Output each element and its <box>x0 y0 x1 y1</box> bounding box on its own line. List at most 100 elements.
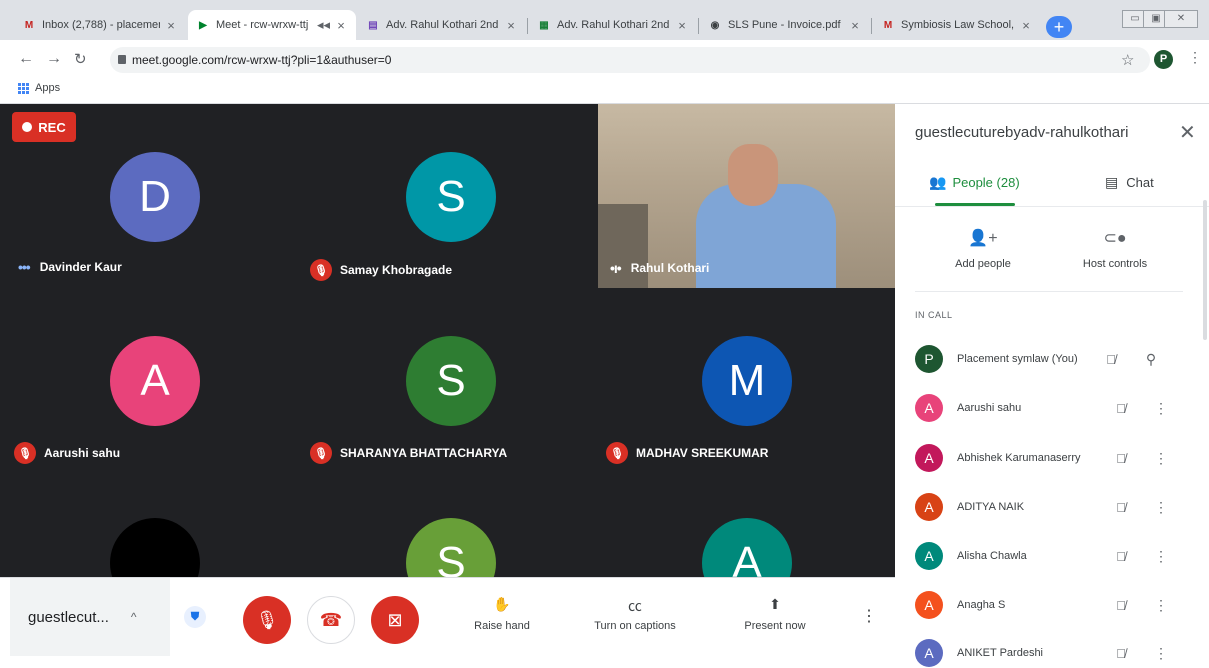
panel-divider <box>915 291 1183 292</box>
participant-avatar: A <box>110 336 200 426</box>
captions-button[interactable]: ㏄ Turn on captions <box>588 596 682 632</box>
meeting-controls-bar: guestlecut... ^ ⛊ 🎙 ☎ ⊠ ✋ Raise hand ㏄ T… <box>0 577 895 656</box>
captions-label: Turn on captions <box>594 620 676 632</box>
close-panel-icon[interactable]: ✕ <box>1179 120 1196 145</box>
pin-icon[interactable]: ⚲ <box>1141 351 1161 368</box>
tab-meet[interactable]: ▶ Meet - rcw-wrxw-ttj ◂◂ × <box>188 10 356 40</box>
host-controls-button[interactable]: ⊂● Host controls <box>1075 228 1155 270</box>
person-name: ADITYA NAIK <box>957 501 1025 513</box>
reload-icon[interactable]: ↻ <box>74 50 87 68</box>
forward-icon[interactable]: → <box>46 50 62 68</box>
mic-off-icon: 🎙̸ <box>1116 400 1126 416</box>
close-tab-icon[interactable]: × <box>848 18 862 33</box>
close-window-button[interactable]: ✕ <box>1164 10 1198 28</box>
more-options-icon[interactable]: ⋮ <box>1151 499 1171 516</box>
tab-title: Inbox (2,788) - placemen <box>42 19 160 31</box>
avatar: P <box>915 345 943 373</box>
participant-name: Davinder Kaur <box>39 260 122 274</box>
list-item[interactable]: A Anagha S 🎙̸ ⋮ <box>915 590 1185 620</box>
mic-off-icon: 🎙̸ <box>1116 499 1126 515</box>
shield-icon[interactable]: ⛊ <box>184 606 206 628</box>
close-tab-icon[interactable]: × <box>164 18 178 33</box>
mic-off-icon: 🎙̸ <box>1116 645 1126 661</box>
person-name: Placement symlaw (You) <box>957 353 1078 365</box>
forms-icon: ▤ <box>368 19 378 31</box>
bookmarks-bar <box>0 78 1209 104</box>
participant-avatar: S <box>406 336 496 426</box>
raise-hand-button[interactable]: ✋ Raise hand <box>472 596 532 632</box>
person-name: Abhishek Karumanaserry <box>957 452 1081 464</box>
participant-avatar: S <box>406 518 496 577</box>
more-options-icon[interactable]: ⋮ <box>1151 645 1171 662</box>
mic-off-icon: 🎙̸ <box>1106 351 1116 367</box>
list-item[interactable]: A Abhishek Karumanaserry 🎙̸ ⋮ <box>915 443 1185 473</box>
close-tab-icon[interactable]: × <box>504 18 518 33</box>
people-panel: guestlecuturebyadv-rahulkothari ✕ 👥 Peop… <box>895 104 1209 667</box>
tab-sheets[interactable]: ▦ Adv. Rahul Kothari 2nd × <box>529 10 697 40</box>
captions-icon: ㏄ <box>628 598 642 614</box>
in-call-heading: IN CALL <box>915 310 953 320</box>
record-dot-icon <box>22 122 33 132</box>
present-now-button[interactable]: ⬆ Present now <box>740 596 810 632</box>
mic-off-icon: 🎙 <box>606 442 628 464</box>
avatar: A <box>915 444 943 472</box>
tab-forms[interactable]: ▤ Adv. Rahul Kothari 2nd × <box>358 10 526 40</box>
participant-video-tile[interactable]: •ı• Rahul Kothari <box>598 104 895 288</box>
more-options-icon[interactable]: ⋮ <box>1151 450 1171 467</box>
camera-toggle-button[interactable]: ⊠ <box>371 596 419 644</box>
apps-grid-icon <box>18 82 29 94</box>
list-item[interactable]: A Aarushi sahu 🎙̸ ⋮ <box>915 393 1185 423</box>
close-tab-icon[interactable]: × <box>334 18 348 33</box>
avatar: A <box>915 639 943 667</box>
leave-call-button[interactable]: ☎ <box>307 596 355 644</box>
tab-title: Meet - rcw-wrxw-ttj <box>216 19 309 31</box>
browser-menu-icon[interactable]: ⋮ <box>1188 49 1202 66</box>
more-options-icon[interactable]: ⋮ <box>861 606 877 626</box>
mic-off-icon: 🎙 <box>310 442 332 464</box>
more-options-icon[interactable]: ⋮ <box>1151 597 1171 614</box>
back-icon[interactable]: ← <box>18 50 34 68</box>
more-options-icon[interactable]: ⋮ <box>1151 400 1171 417</box>
apps-shortcut[interactable]: Apps <box>18 82 60 94</box>
add-people-button[interactable]: 👤+ Add people <box>947 228 1019 270</box>
participant-avatar <box>110 518 200 577</box>
hang-up-icon: ☎ <box>319 609 343 630</box>
more-options-icon[interactable]: ⋮ <box>1151 548 1171 565</box>
new-tab-button[interactable]: + <box>1046 16 1072 38</box>
avatar: A <box>915 591 943 619</box>
mic-off-icon: 🎙̸ <box>1116 597 1126 613</box>
participant-name-tag: 🎙 Aarushi sahu <box>14 442 120 464</box>
tab-title: Symbiosis Law School, P <box>901 19 1015 31</box>
list-item[interactable]: A Alisha Chawla 🎙̸ ⋮ <box>915 541 1185 571</box>
mic-off-icon: 🎙̸ <box>1116 450 1126 466</box>
profile-avatar[interactable]: P <box>1154 50 1173 69</box>
close-tab-icon[interactable]: × <box>1019 18 1033 33</box>
participant-name-tag: 🎙 SHARANYA BHATTACHARYA <box>310 442 507 464</box>
chat-tab-label: Chat <box>1126 175 1154 190</box>
speaking-dots-icon: •ı• <box>610 260 622 276</box>
mic-toggle-button[interactable]: 🎙 <box>243 596 291 644</box>
url-field[interactable]: meet.google.com/rcw-wrxw-ttj?pli=1&authu… <box>110 47 1150 73</box>
participant-name: SHARANYA BHATTACHARYA <box>340 446 508 460</box>
panel-scrollbar[interactable] <box>1203 200 1207 340</box>
avatar: A <box>915 394 943 422</box>
list-item[interactable]: A ANIKET Pardeshi 🎙̸ ⋮ <box>915 638 1185 668</box>
list-item[interactable]: A ADITYA NAIK 🎙̸ ⋮ <box>915 492 1185 522</box>
people-icon: 👥 <box>929 174 947 190</box>
close-tab-icon[interactable]: × <box>675 18 689 33</box>
participant-name: Rahul Kothari <box>630 261 710 275</box>
tab-symbiosis[interactable]: M Symbiosis Law School, P × <box>873 10 1041 40</box>
participant-avatar: M <box>702 336 792 426</box>
participant-name-tag: 🎙 MADHAV SREEKUMAR <box>606 442 768 464</box>
tab-people[interactable]: 👥 People (28) <box>929 174 1020 191</box>
bookmark-star-icon[interactable]: ☆ <box>1121 51 1134 69</box>
meeting-details-button[interactable]: guestlecut... ^ <box>10 578 170 656</box>
tab-invoice[interactable]: ◉ SLS Pune - Invoice.pdf × <box>700 10 870 40</box>
sheets-icon: ▦ <box>539 19 549 31</box>
camera-off-icon: ⊠ <box>387 609 403 630</box>
tab-inbox[interactable]: M Inbox (2,788) - placemen × <box>14 10 186 40</box>
list-item[interactable]: P Placement symlaw (You) 🎙̸ ⚲ <box>915 344 1185 374</box>
gmail-icon: M <box>883 19 893 31</box>
panel-meeting-title: guestlecuturebyadv-rahulkothari <box>915 124 1129 141</box>
tab-chat[interactable]: ▤ Chat <box>1105 174 1154 191</box>
